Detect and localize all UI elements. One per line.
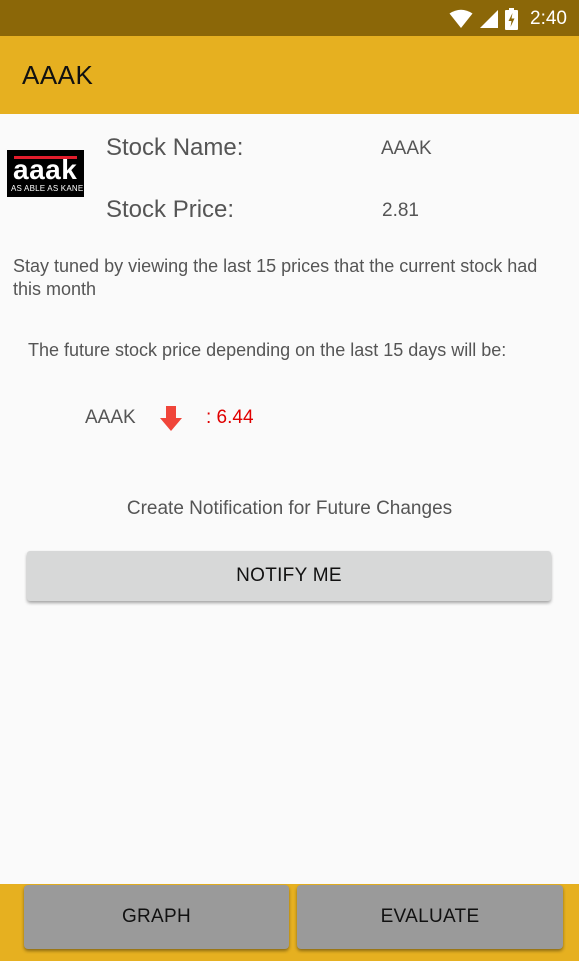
predicted-price: : 6.44 xyxy=(206,407,254,428)
status-bar: 2:40 xyxy=(0,0,579,36)
wifi-icon xyxy=(449,9,473,28)
notify-me-button[interactable]: NOTIFY ME xyxy=(27,551,551,601)
notification-caption: Create Notification for Future Changes xyxy=(126,498,453,519)
info-text: Stay tuned by viewing the last 15 prices… xyxy=(13,256,538,299)
graph-button[interactable]: GRAPH xyxy=(24,885,289,949)
status-icons: 2:40 xyxy=(449,7,567,31)
app-title: AAAK xyxy=(22,60,94,90)
prediction-ticker: AAAK xyxy=(85,407,136,428)
arrow-down-icon xyxy=(160,406,182,431)
status-time: 2:40 xyxy=(530,8,567,29)
cell-signal-icon xyxy=(480,10,499,28)
future-price-text: The future stock price depending on the … xyxy=(28,340,507,360)
stock-price-label: Stock Price: xyxy=(106,196,235,223)
logo-tagline: AS ABLE AS KANE xyxy=(11,184,84,193)
stock-name-value: AAAK xyxy=(381,138,432,159)
stock-price-value: 2.81 xyxy=(382,200,419,221)
app-bar: AAAK xyxy=(0,36,579,114)
stock-name-label: Stock Name: xyxy=(106,134,244,161)
company-logo: aaak AS ABLE AS KANE xyxy=(7,150,84,197)
battery-charging-icon xyxy=(505,8,519,30)
logo-word: aaak xyxy=(13,154,78,185)
evaluate-button[interactable]: EVALUATE xyxy=(297,885,563,949)
